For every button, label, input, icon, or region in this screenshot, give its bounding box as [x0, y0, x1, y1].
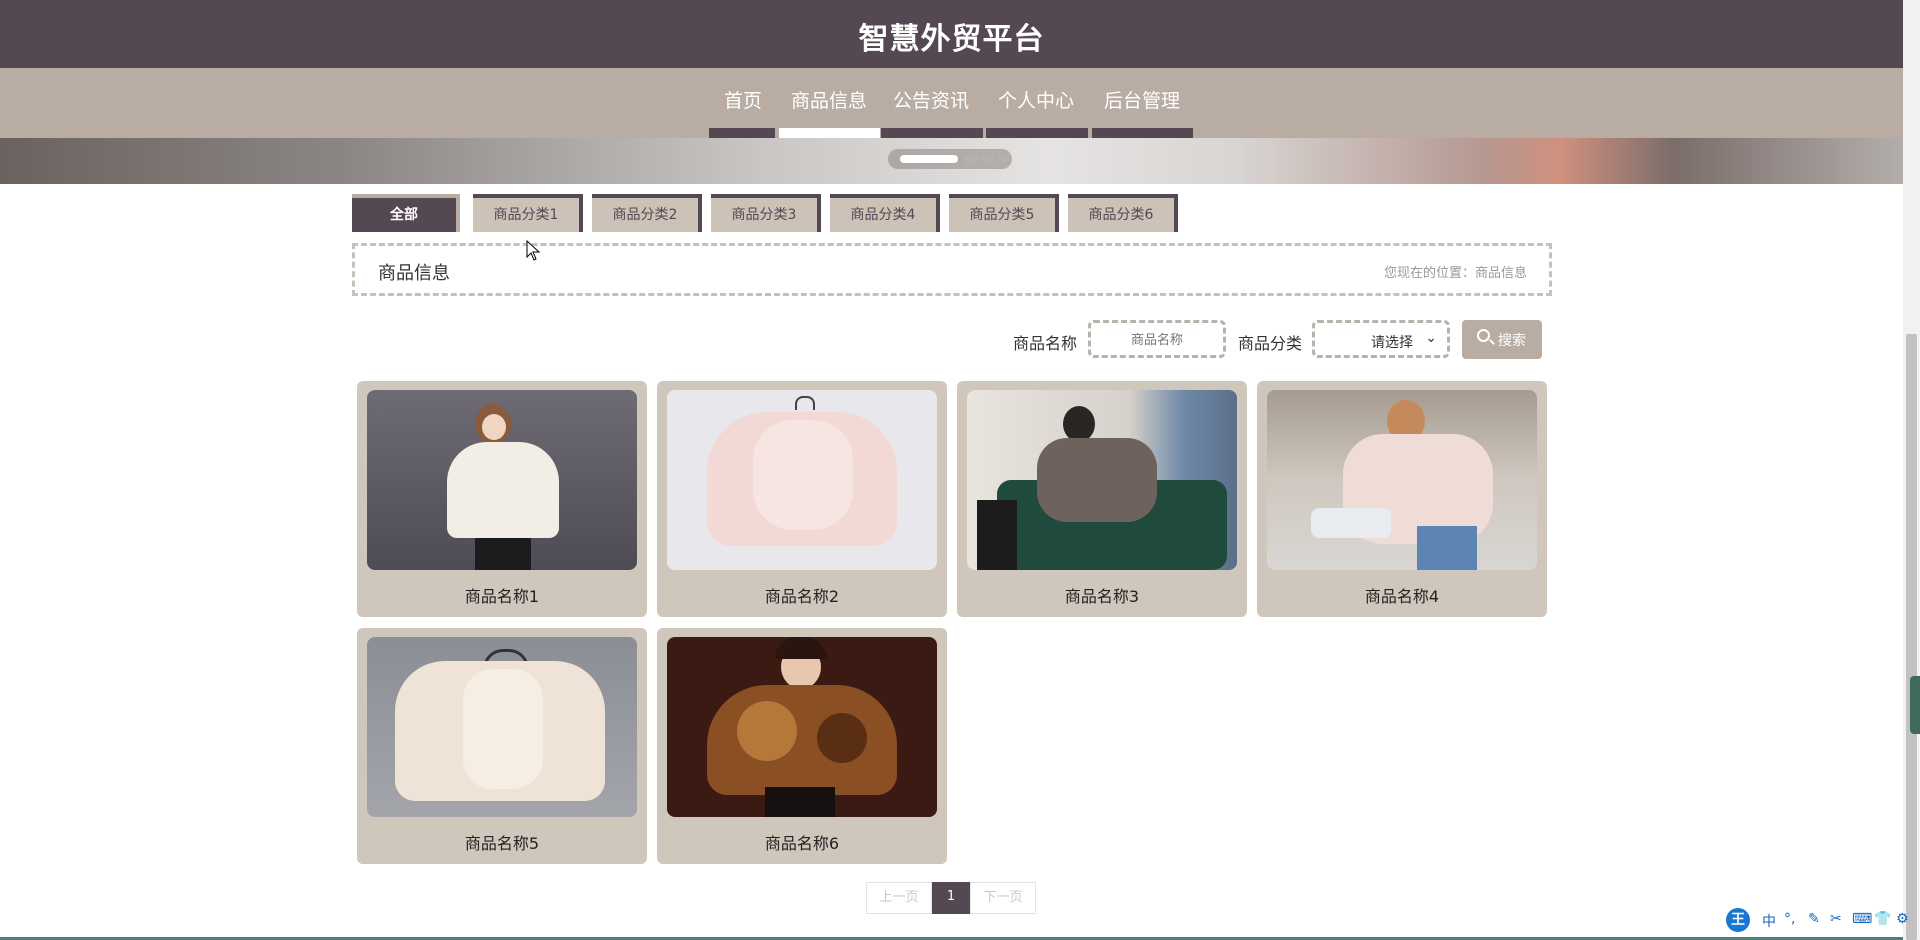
nav-underline-products	[779, 128, 880, 138]
ime-mode-toggle[interactable]: 中	[1762, 911, 1776, 931]
product-name-input[interactable]	[1088, 320, 1226, 358]
carousel-dot-3[interactable]	[981, 155, 995, 163]
nav-item-admin[interactable]: 后台管理	[1092, 86, 1192, 120]
chevron-down-icon: ⌄	[1425, 330, 1437, 346]
product-card-4[interactable]: 商品名称4	[1257, 381, 1547, 617]
nav-underline-profile	[986, 128, 1088, 138]
product-name-label: 商品名称	[1013, 334, 1078, 353]
nav-item-profile[interactable]: 个人中心	[986, 86, 1086, 120]
pagination-next[interactable]: 下一页	[970, 882, 1036, 914]
product-image-2[interactable]	[667, 390, 937, 570]
product-name-5[interactable]: 商品名称5	[357, 830, 647, 854]
product-name-6[interactable]: 商品名称6	[657, 830, 947, 854]
ime-toolbar: 王 中 °, ✎ ✂ ⌨ 👕 ⚙	[1722, 908, 1920, 934]
nav-item-home[interactable]: 首页	[716, 86, 770, 120]
scrollbar-thumb[interactable]	[1906, 334, 1917, 940]
product-card-3[interactable]: 商品名称3	[957, 381, 1247, 617]
category-tab-all[interactable]: 全部	[352, 194, 460, 232]
keyboard-icon[interactable]: ⌨	[1852, 911, 1872, 927]
search-button[interactable]: 搜索	[1462, 320, 1542, 359]
product-card-5[interactable]: 商品名称5	[357, 628, 647, 864]
page-title: 商品信息	[378, 263, 450, 284]
punctuation-icon[interactable]: °,	[1784, 911, 1795, 927]
scissors-icon[interactable]: ✂	[1830, 911, 1842, 927]
breadcrumb-location: 您现在的位置：商品信息	[1383, 266, 1527, 281]
skin-icon[interactable]: 👕	[1874, 911, 1891, 927]
pen-icon[interactable]: ✎	[1808, 911, 1820, 927]
search-button-label: 搜索	[1498, 333, 1526, 349]
category-tab-1[interactable]: 商品分类1	[473, 194, 583, 232]
product-image-6[interactable]	[667, 637, 937, 817]
gear-icon[interactable]: ⚙	[1896, 911, 1909, 927]
category-tab-6[interactable]: 商品分类6	[1068, 194, 1178, 232]
product-card-1[interactable]: 商品名称1	[357, 381, 647, 617]
carousel-dot-1[interactable]	[900, 155, 958, 163]
product-name-2[interactable]: 商品名称2	[657, 583, 947, 607]
category-tab-5[interactable]: 商品分类5	[949, 194, 1059, 232]
product-name-3[interactable]: 商品名称3	[957, 583, 1247, 607]
mouse-cursor-icon	[526, 240, 541, 261]
pagination-page-current[interactable]: 1	[932, 882, 970, 914]
nav-item-news[interactable]: 公告资讯	[881, 86, 981, 120]
product-image-5[interactable]	[367, 637, 637, 817]
carousel-indicators	[888, 149, 1012, 169]
category-tab-4[interactable]: 商品分类4	[830, 194, 940, 232]
search-icon	[1477, 329, 1490, 342]
product-name-4[interactable]: 商品名称4	[1257, 583, 1547, 607]
nav-item-products[interactable]: 商品信息	[779, 86, 879, 120]
product-card-6[interactable]: 商品名称6	[657, 628, 947, 864]
category-tab-2[interactable]: 商品分类2	[592, 194, 702, 232]
product-name-1[interactable]: 商品名称1	[357, 583, 647, 607]
product-image-4[interactable]	[1267, 390, 1537, 570]
nav-underline-news	[881, 128, 983, 138]
side-handle-icon[interactable]	[1910, 676, 1920, 734]
category-tab-3[interactable]: 商品分类3	[711, 194, 821, 232]
product-image-1[interactable]	[367, 390, 637, 570]
product-category-label: 商品分类	[1238, 334, 1303, 353]
product-card-2[interactable]: 商品名称2	[657, 381, 947, 617]
product-image-3[interactable]	[967, 390, 1237, 570]
category-select-value: 请选择	[1371, 335, 1413, 351]
pagination-prev[interactable]: 上一页	[866, 882, 932, 914]
main-nav: 首页 商品信息 公告资讯 个人中心 后台管理	[0, 68, 1903, 138]
site-header: 智慧外贸平台	[0, 0, 1903, 68]
category-select[interactable]: 请选择 ⌄	[1312, 320, 1450, 358]
carousel-dot-2[interactable]	[964, 155, 978, 163]
ime-logo-icon[interactable]: 王	[1726, 908, 1750, 932]
nav-underline-admin	[1092, 128, 1193, 138]
site-title: 智慧外贸平台	[858, 22, 1045, 57]
nav-underline-home	[709, 128, 775, 138]
carousel-dot-4[interactable]	[998, 155, 1008, 163]
